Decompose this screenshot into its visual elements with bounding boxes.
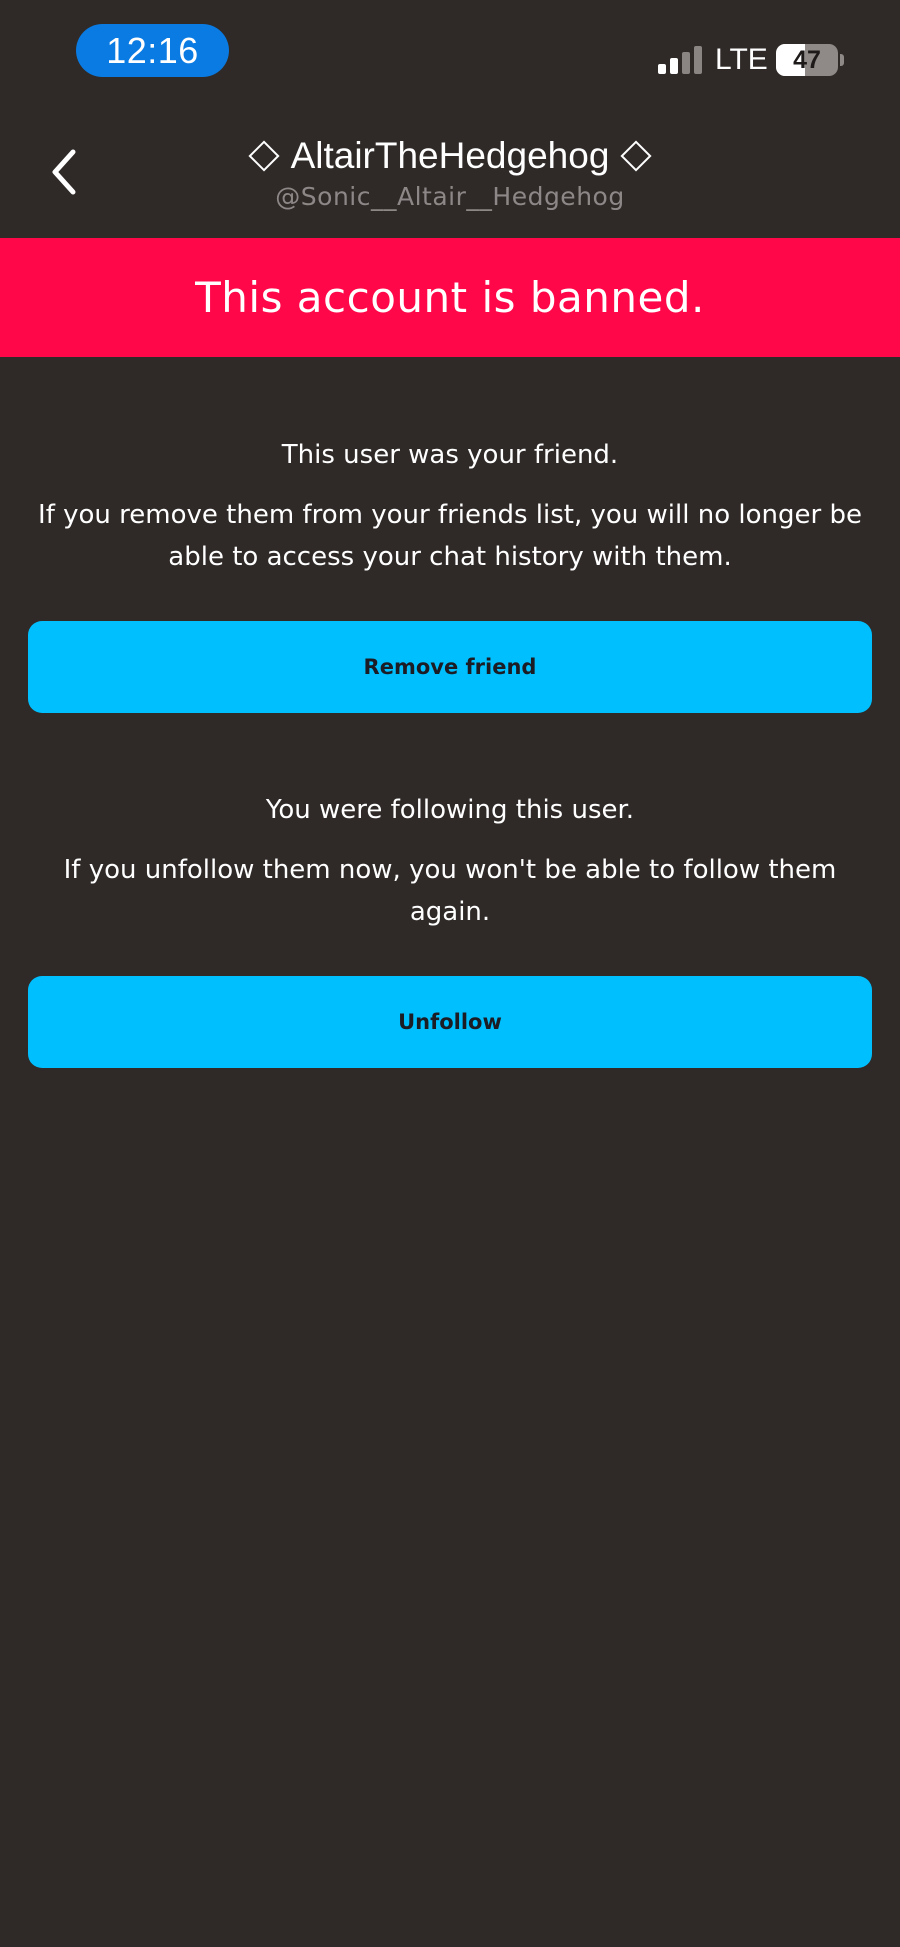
friend-explanation: If you remove them from your friends lis… — [38, 500, 862, 572]
user-handle: @Sonic__Altair__Hedgehog — [275, 182, 625, 211]
friend-section: This user was your friend. If you remove… — [28, 440, 872, 578]
follow-section: You were following this user. If you unf… — [28, 795, 872, 933]
diamond-icon — [248, 140, 280, 172]
battery-level: 47 — [793, 46, 821, 74]
diamond-icon — [620, 140, 652, 172]
follow-explanation: If you unfollow them now, you won't be a… — [63, 855, 837, 927]
status-time: 12:16 — [76, 24, 229, 77]
friend-heading: This user was your friend. — [281, 440, 619, 470]
display-name: AltairTheHedgehog — [290, 135, 610, 176]
follow-heading: You were following this user. — [265, 795, 635, 825]
battery-tip — [840, 54, 844, 66]
banned-message: This account is banned. — [195, 273, 705, 322]
network-type: LTE — [715, 43, 768, 76]
remove-friend-button[interactable]: Remove friend — [28, 621, 872, 713]
signal-strength-icon — [658, 46, 702, 74]
profile-title: AltairTheHedgehog — [0, 128, 900, 184]
battery-icon: 47 — [776, 44, 838, 76]
status-bar: 12:16 LTE 47 — [0, 0, 900, 100]
unfollow-button[interactable]: Unfollow — [28, 976, 872, 1068]
banned-banner: This account is banned. — [0, 238, 900, 357]
